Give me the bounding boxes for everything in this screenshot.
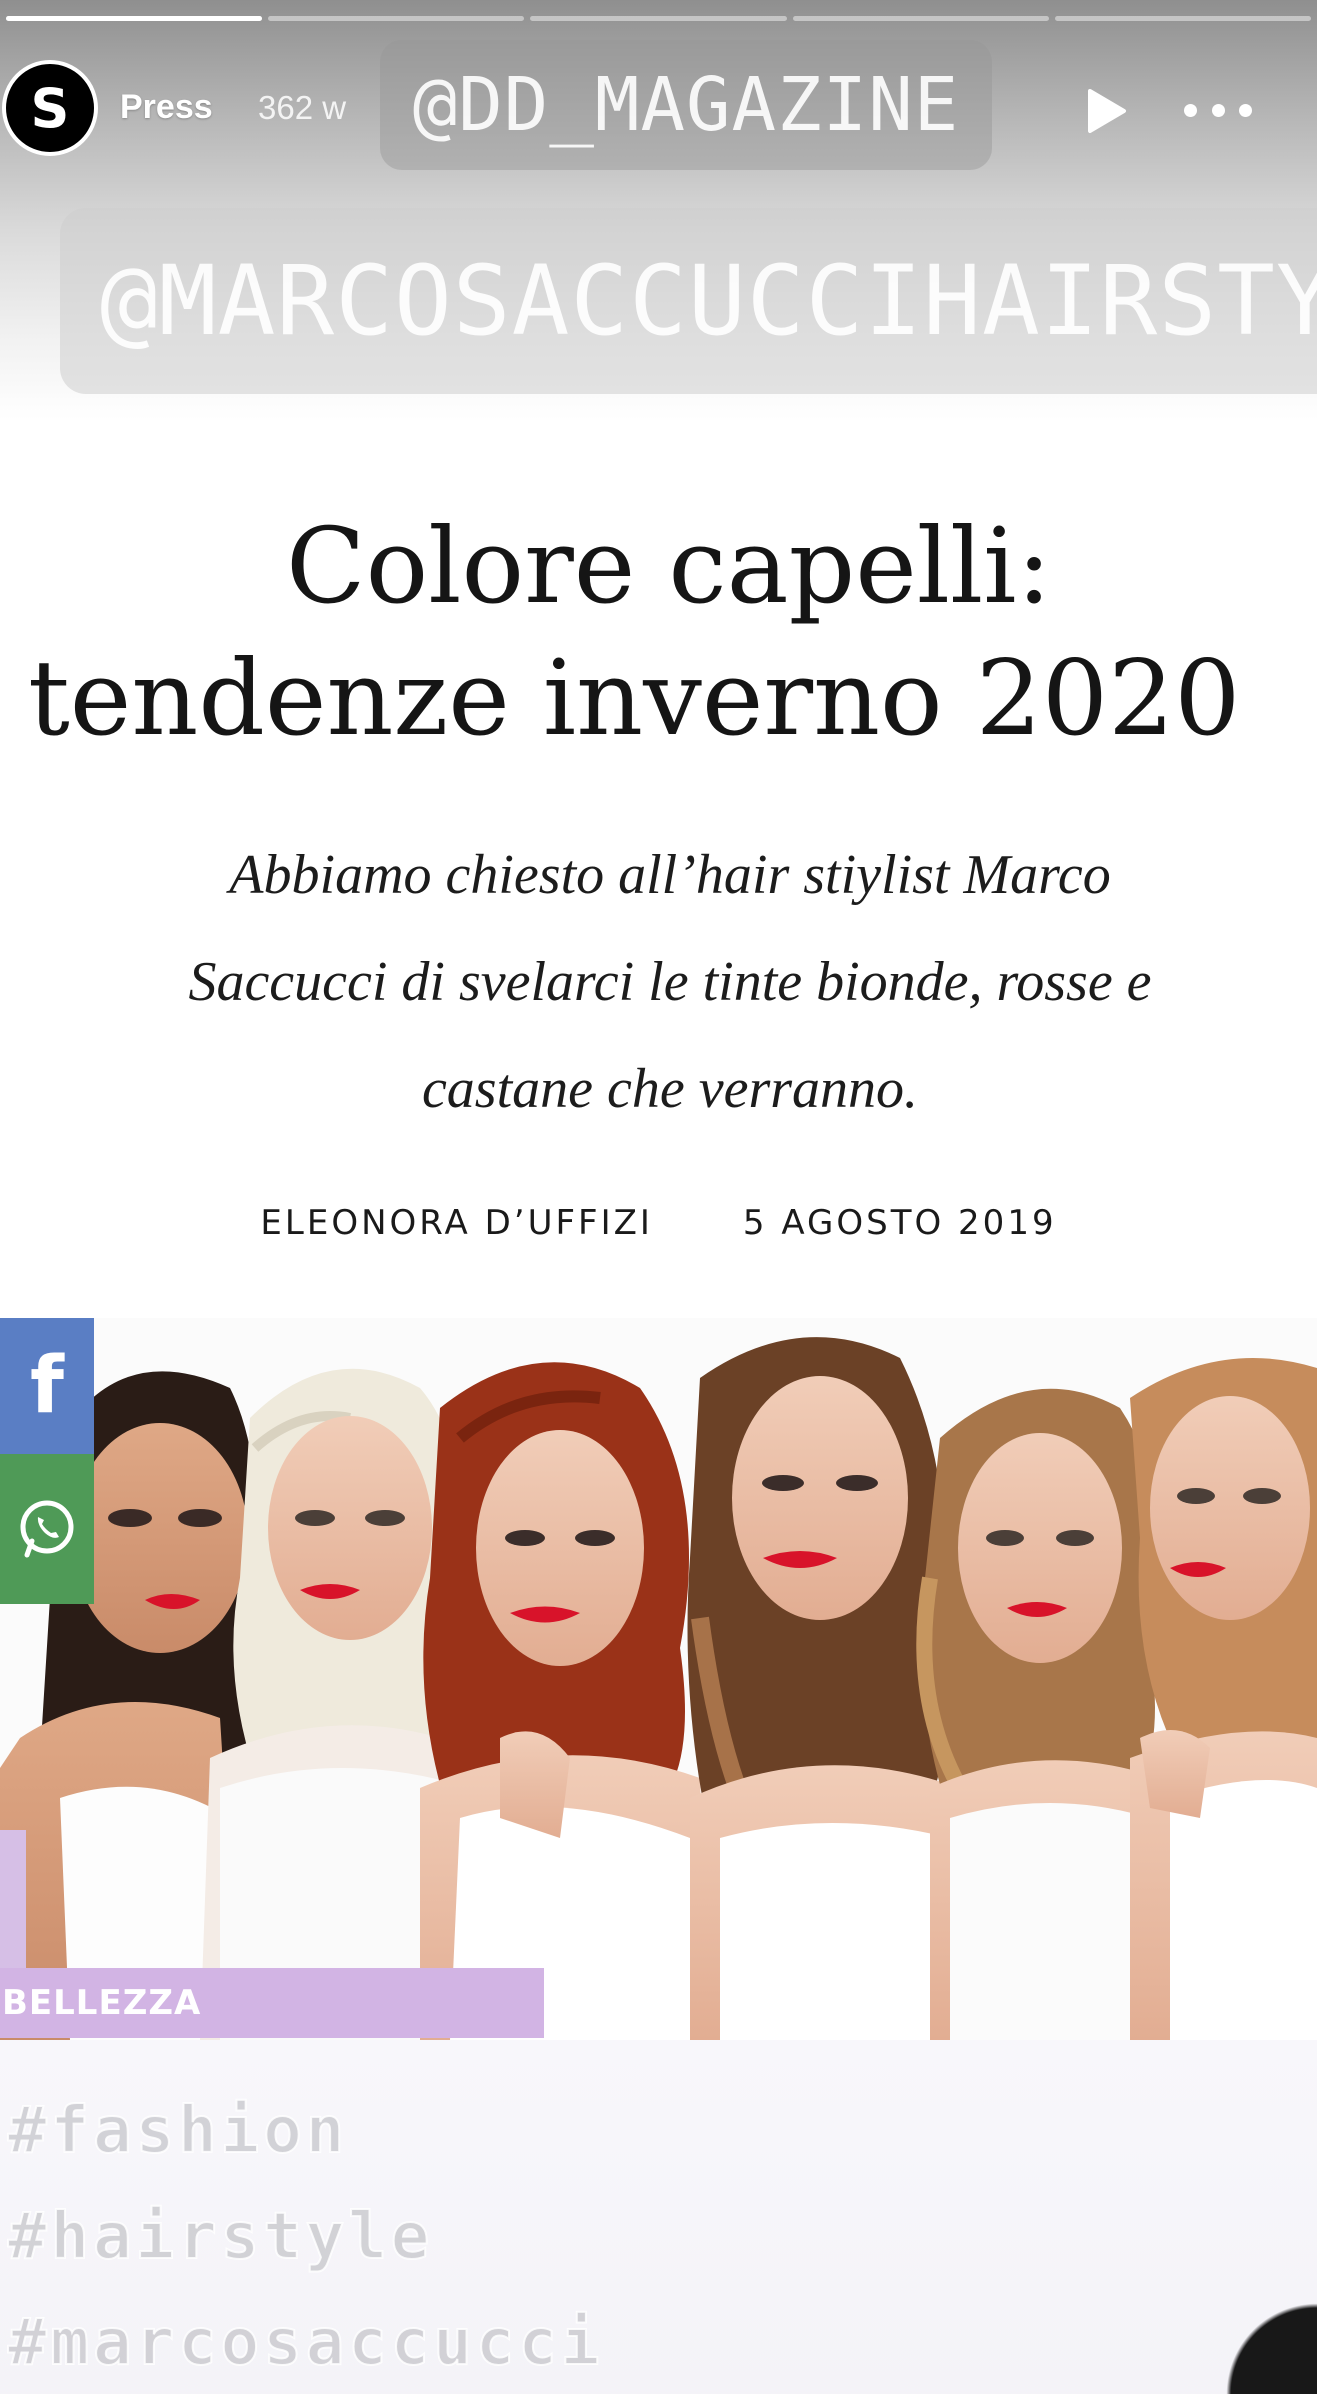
subtitle-line: Saccucci di svelarci le tinte bionde, ro… (188, 951, 1152, 1013)
progress-segment (530, 16, 787, 21)
more-icon (1184, 103, 1197, 117)
article-subtitle: Abbiamo chiesto all’hair stiylist Marco … (80, 822, 1260, 1143)
screen-corner (1157, 2234, 1317, 2394)
whatsapp-share-button[interactable] (0, 1454, 94, 1604)
story-header: S Press 362 w (0, 56, 1317, 160)
title-line: Colore capelli: (286, 505, 1052, 627)
mention-text: @MARCOSACCUCCIHAIRSTYLE (100, 245, 1317, 357)
facebook-share-button[interactable]: f (0, 1318, 94, 1454)
timestamp: 362 w (258, 89, 347, 126)
article-byline: ELEONORA D’UFFIZI 5 AGOSTO 2019 (0, 1203, 1317, 1243)
more-options-button[interactable] (1178, 88, 1258, 132)
category-tag[interactable]: BELLEZZA (0, 1968, 544, 2038)
title-line: tendenze inverno 2020 (28, 637, 1241, 759)
username[interactable]: Press (120, 88, 213, 127)
play-icon (1088, 89, 1126, 133)
hashtag-sticker[interactable]: #hairstyle (7, 2199, 433, 2275)
progress-segment (268, 16, 525, 21)
hashtag-sticker[interactable]: #marcosaccucci (7, 2305, 603, 2381)
avatar-letter: S (30, 76, 70, 140)
subtitle-line: Abbiamo chiesto all’hair stiylist Marco (229, 844, 1111, 906)
category-accent-bar (0, 1830, 26, 1968)
story-progress-bar (6, 16, 1312, 22)
progress-segment (792, 16, 1049, 21)
facebook-icon: f (30, 1341, 64, 1431)
whatsapp-icon (20, 1500, 74, 1558)
hashtag-sticker[interactable]: #fashion (7, 2093, 348, 2169)
article-hero-image (0, 1318, 1317, 2040)
progress-segment (6, 16, 263, 21)
mention-sticker-marcosaccucci[interactable]: @MARCOSACCUCCIHAIRSTYLE (60, 208, 1317, 394)
model-6 (1130, 1358, 1317, 2040)
author-name[interactable]: ELEONORA D’UFFIZI (260, 1203, 653, 1243)
play-button[interactable] (1080, 86, 1130, 136)
subtitle-line: castane che verranno. (421, 1058, 919, 1120)
article-title: Colore capelli: tendenze inverno 2020 (0, 500, 1317, 764)
story-viewer[interactable]: @DD_MAGAZINE S Press 362 w @MARCOSACCUCC… (0, 0, 1317, 2394)
avatar[interactable]: S (2, 60, 98, 156)
category-label: BELLEZZA (2, 1983, 202, 2023)
progress-segment (1054, 16, 1312, 21)
model-3 (420, 1362, 710, 2040)
group-portrait-illustration (0, 1318, 1317, 2040)
publish-date: 5 AGOSTO 2019 (742, 1203, 1057, 1243)
